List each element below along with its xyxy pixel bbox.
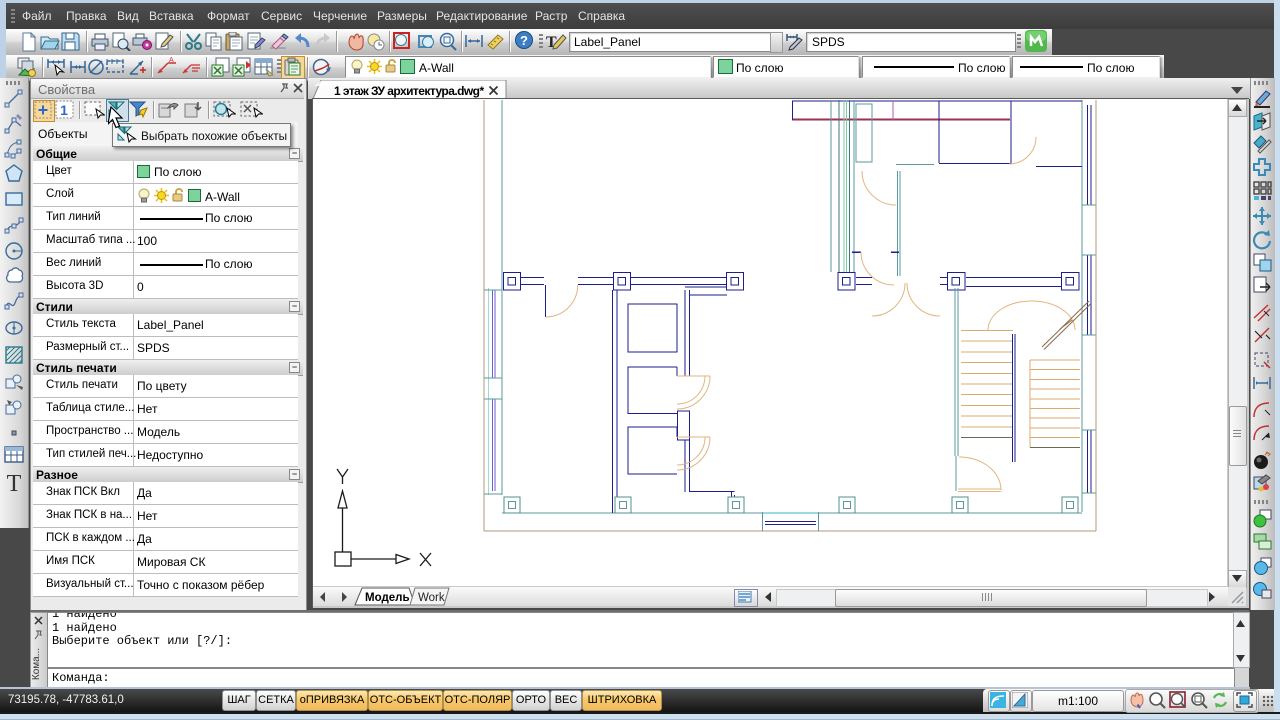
svg-text:Work: Work xyxy=(418,592,445,604)
svg-text:Модель: Модель xyxy=(365,592,410,604)
svg-text:A: A xyxy=(169,57,174,64)
svg-text:T: T xyxy=(7,471,22,496)
svg-text:1: 1 xyxy=(60,102,68,118)
svg-text:?: ? xyxy=(520,33,528,48)
